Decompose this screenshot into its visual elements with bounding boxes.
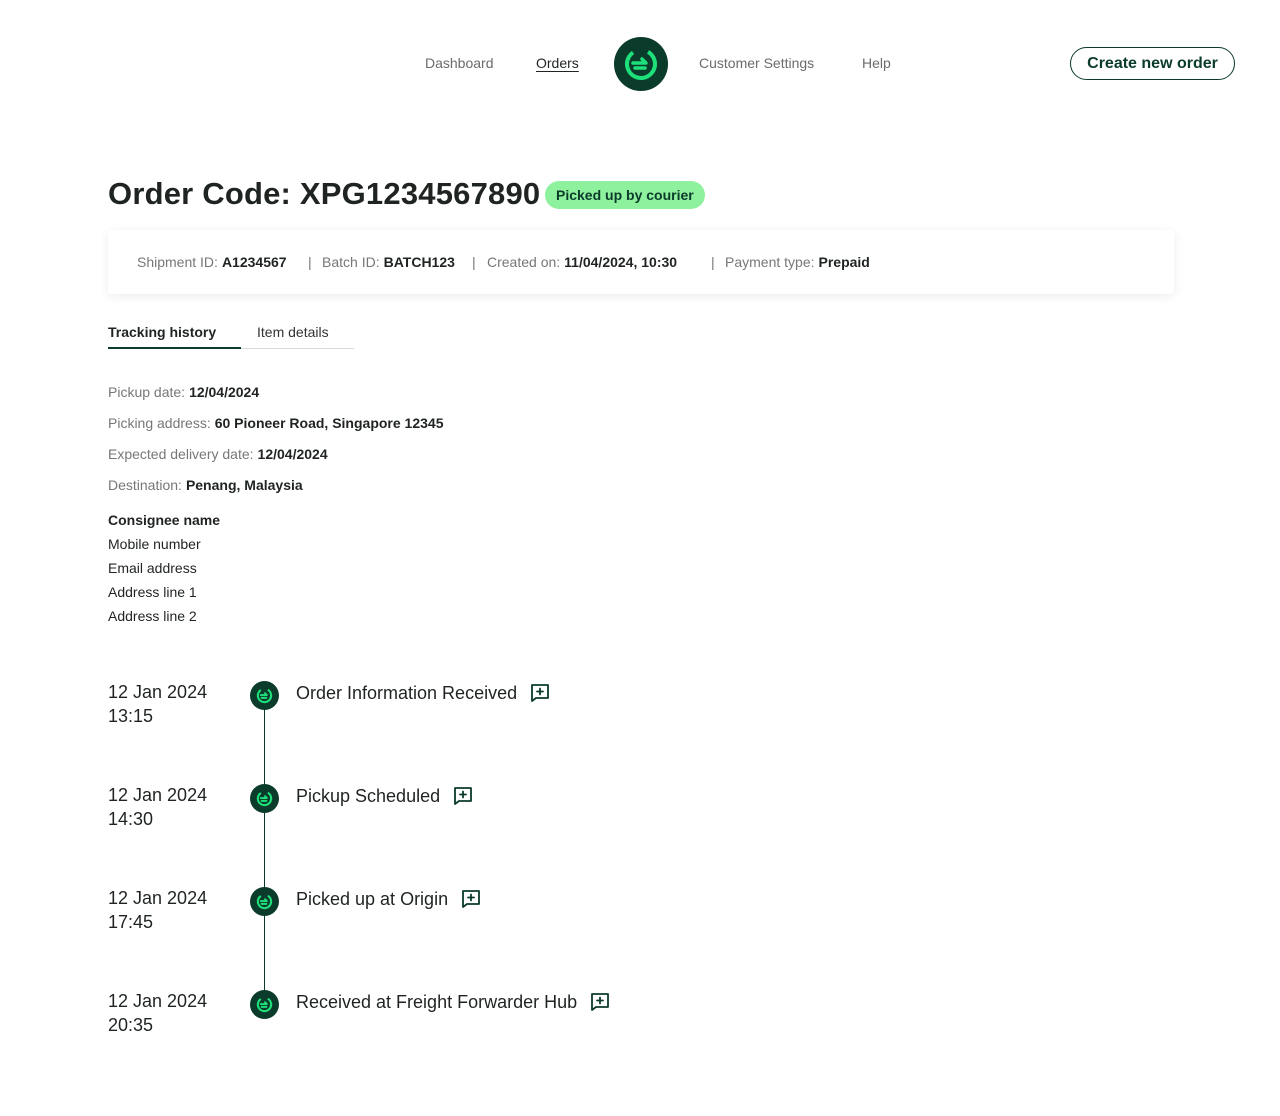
batch-id-label: Batch ID: (322, 254, 380, 270)
nav-dashboard[interactable]: Dashboard (425, 55, 494, 71)
add-note-icon[interactable] (460, 888, 482, 910)
created-on-label: Created on: (487, 254, 561, 270)
nav-orders[interactable]: Orders (536, 55, 579, 71)
timeline-datetime: 12 Jan 2024 17:45 (108, 886, 207, 934)
timeline-event-title: Received at Freight Forwarder Hub (296, 991, 578, 1012)
consignee-name: Consignee name (108, 512, 221, 528)
timeline-time: 14:30 (108, 809, 154, 829)
payment-type: Payment type: Prepaid (725, 254, 870, 270)
timeline-event-title: Order Information Received (296, 682, 518, 703)
nav-help[interactable]: Help (862, 55, 891, 71)
shipment-id-value: A1234567 (221, 254, 287, 270)
timeline-event: Order Information Received (296, 682, 551, 704)
timeline-date: 12 Jan 2024 (108, 785, 208, 805)
timeline-event: Pickup Scheduled (296, 785, 474, 807)
timeline-datetime: 12 Jan 2024 14:30 (108, 783, 207, 831)
active-tab-indicator (108, 347, 241, 349)
expected-delivery-label: Expected delivery date: (108, 446, 254, 462)
timeline-date: 12 Jan 2024 (108, 991, 208, 1011)
created-on: Created on: 11/04/2024, 10:30 (487, 254, 677, 270)
timeline-datetime: 12 Jan 2024 13:15 (108, 680, 207, 728)
detail-tabs: Tracking history Item details (108, 320, 354, 349)
picking-address-label: Picking address: (108, 415, 211, 431)
separator: | (308, 254, 312, 270)
batch-id-value: BATCH123 (383, 254, 455, 270)
timeline-event-title: Pickup Scheduled (296, 785, 441, 806)
batch-id: Batch ID: BATCH123 (322, 254, 455, 270)
status-check-icon (250, 990, 279, 1019)
logo-icon[interactable] (614, 37, 668, 91)
shipment-id: Shipment ID: A1234567 (137, 254, 287, 270)
tab-item-details[interactable]: Item details (257, 324, 329, 340)
pickup-date-value: 12/04/2024 (189, 384, 260, 400)
destination-value: Penang, Malaysia (185, 477, 303, 493)
timeline-line (264, 694, 265, 1005)
payment-type-value: Prepaid (818, 254, 870, 270)
top-nav: Dashboard Orders Customer Settings Help … (0, 0, 1280, 128)
status-check-icon (250, 784, 279, 813)
add-note-icon[interactable] (529, 682, 551, 704)
consignee-mobile: Mobile number (108, 536, 201, 552)
consignee-address-line-2: Address line 2 (108, 608, 197, 624)
destination-label: Destination: (108, 477, 182, 493)
page-title: Order Code: XPG1234567890 (108, 176, 541, 211)
destination: Destination: Penang, Malaysia (108, 477, 303, 493)
add-note-icon[interactable] (452, 785, 474, 807)
nav-customer-settings[interactable]: Customer Settings (699, 55, 814, 71)
add-note-icon[interactable] (589, 991, 611, 1013)
status-check-icon (250, 887, 279, 916)
expected-delivery-value: 12/04/2024 (257, 446, 328, 462)
pickup-date-label: Pickup date: (108, 384, 186, 400)
order-info-card: Shipment ID: A1234567 | Batch ID: BATCH123… (108, 230, 1174, 294)
created-on-value: 11/04/2024, 10:30 (564, 254, 678, 270)
timeline-time: 20:35 (108, 1015, 154, 1035)
timeline-event-title: Picked up at Origin (296, 888, 449, 909)
status-check-icon (250, 681, 279, 710)
timeline-date: 12 Jan 2024 (108, 888, 208, 908)
separator: | (472, 254, 476, 270)
consignee-email: Email address (108, 560, 197, 576)
tab-tracking-history[interactable]: Tracking history (108, 324, 216, 340)
picking-address: Picking address: 60 Pioneer Road, Singapo… (108, 415, 443, 431)
separator: | (711, 254, 715, 270)
status-badge: Picked up by courier (545, 181, 705, 209)
timeline-event: Picked up at Origin (296, 888, 482, 910)
pickup-date: Pickup date: 12/04/2024 (108, 384, 259, 400)
timeline-event: Received at Freight Forwarder Hub (296, 991, 611, 1013)
timeline-time: 17:45 (108, 912, 154, 932)
shipment-id-label: Shipment ID: (137, 254, 218, 270)
consignee-address-line-1: Address line 1 (108, 584, 197, 600)
expected-delivery-date: Expected delivery date: 12/04/2024 (108, 446, 328, 462)
picking-address-value: 60 Pioneer Road, Singapore 12345 (214, 415, 444, 431)
timeline-datetime: 12 Jan 2024 20:35 (108, 989, 207, 1037)
timeline-time: 13:15 (108, 706, 154, 726)
payment-type-label: Payment type: (725, 254, 815, 270)
create-new-order-button[interactable]: Create new order (1070, 47, 1235, 80)
timeline-date: 12 Jan 2024 (108, 682, 208, 702)
